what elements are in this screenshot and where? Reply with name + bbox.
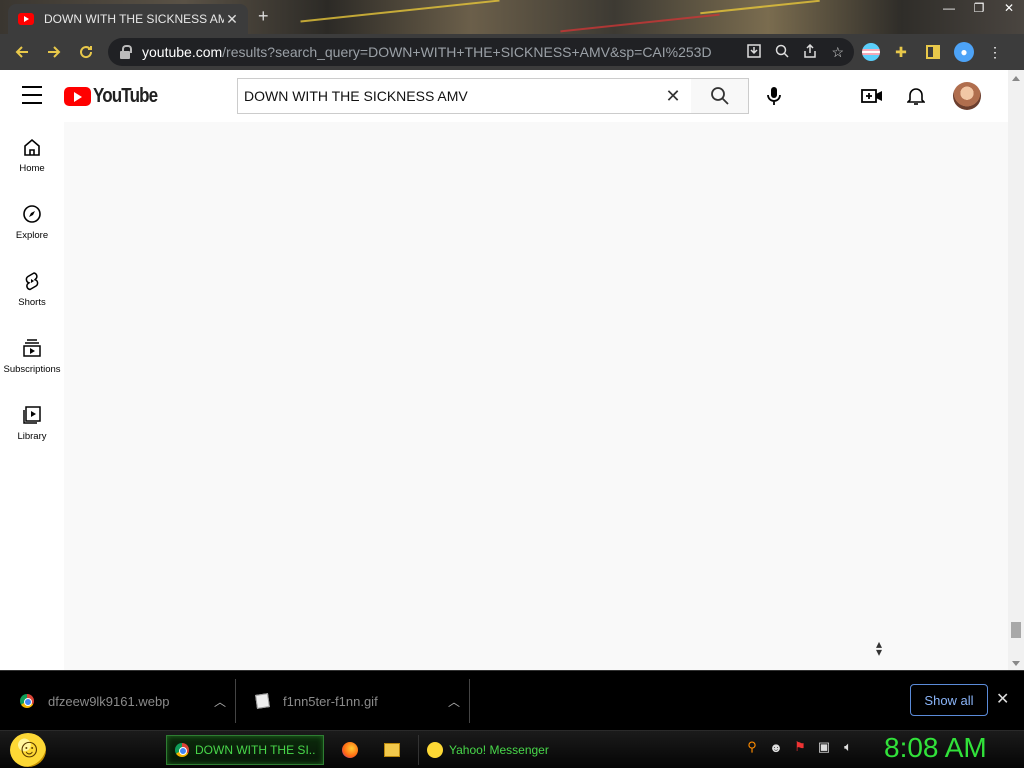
- hamburger-menu-icon[interactable]: [22, 86, 42, 104]
- share-icon[interactable]: [803, 43, 817, 61]
- minimize-icon[interactable]: —: [934, 0, 964, 18]
- os-taskbar: DOWN WITH THE SI... Yahoo! Messenger ⚲ ☻…: [0, 730, 1024, 768]
- tab-title: DOWN WITH THE SICKNESS AM: [44, 12, 224, 26]
- shorts-icon: [25, 272, 39, 291]
- guide-label-library: Library: [17, 431, 47, 442]
- chevron-up-icon[interactable]: ︿: [439, 693, 469, 710]
- taskbar-task-label: Yahoo! Messenger: [449, 743, 549, 757]
- zoom-icon[interactable]: [775, 44, 789, 61]
- guide-item-library[interactable]: Library: [0, 390, 64, 457]
- sidepanel-icon[interactable]: [922, 41, 944, 63]
- compass-icon: [23, 205, 41, 223]
- youtube-logo[interactable]: YouTube: [64, 85, 169, 108]
- guide-label-home: Home: [19, 163, 45, 174]
- profile-icon[interactable]: ●: [954, 42, 974, 62]
- search-input[interactable]: [244, 88, 663, 104]
- search-results-area: [64, 122, 1008, 670]
- puzzle-icon[interactable]: ✚: [890, 41, 912, 63]
- page-scrollbar[interactable]: [1008, 70, 1024, 670]
- download-filename: f1nn5ter-f1nn.gif: [283, 693, 378, 709]
- back-arrow-icon[interactable]: [6, 36, 38, 68]
- youtube-header: YouTube ✕: [0, 70, 1008, 122]
- taskbar-clock[interactable]: 8:08 AM: [884, 732, 987, 764]
- window-controls: — ❐ ✕: [934, 0, 1024, 18]
- taskbar-chrome-window[interactable]: DOWN WITH THE SI...: [166, 735, 324, 765]
- address-bar[interactable]: youtube.com /results?search_query=DOWN+W…: [108, 38, 854, 66]
- messenger-tray-icon[interactable]: ☻: [768, 739, 784, 755]
- subscriptions-icon: [23, 339, 41, 357]
- system-tray: ⚲ ☻ ⚑ ▣ 🔈︎: [744, 739, 856, 755]
- guide-label-explore: Explore: [15, 230, 49, 241]
- search-box: ✕: [237, 78, 692, 114]
- network-icon[interactable]: ▣: [816, 739, 832, 755]
- yahoo-smiley-icon: [427, 742, 443, 758]
- star-icon[interactable]: ☆: [831, 44, 844, 61]
- chrome-icon: [175, 743, 189, 757]
- forward-arrow-icon[interactable]: [38, 36, 70, 68]
- scroll-down-icon[interactable]: [1012, 661, 1020, 666]
- youtube-wordmark: YouTube: [93, 85, 158, 107]
- browser-tab[interactable]: DOWN WITH THE SICKNESS AM ✕: [8, 4, 248, 34]
- folder-icon: [384, 743, 400, 757]
- action-center-flag-icon[interactable]: ⚑: [792, 739, 808, 755]
- start-button-smiley-icon[interactable]: [10, 733, 46, 767]
- search-button[interactable]: [691, 78, 749, 114]
- download-icon[interactable]: [747, 43, 762, 61]
- microphone-icon: [767, 87, 781, 105]
- browser-tab-strip: DOWN WITH THE SICKNESS AM ✕ + — ❐ ✕: [0, 0, 1024, 34]
- download-shelf: dfzeew9lk9161.webp ︿ f1nn5ter-f1nn.gif ︿…: [0, 670, 1024, 730]
- account-avatar[interactable]: [953, 82, 981, 110]
- browser-toolbar: youtube.com /results?search_query=DOWN+W…: [0, 34, 1024, 70]
- autoscroll-icon: ▴ ▾: [876, 637, 883, 659]
- reload-icon[interactable]: [70, 36, 102, 68]
- taskbar-firefox[interactable]: [334, 735, 366, 765]
- search-icon: [710, 87, 729, 105]
- pride-flag-extension-icon[interactable]: [862, 43, 880, 61]
- notifications-bell-icon[interactable]: [902, 82, 930, 110]
- url-host: youtube.com: [142, 44, 223, 60]
- youtube-favicon-icon: [18, 13, 34, 25]
- create-video-icon[interactable]: [858, 82, 886, 110]
- lock-icon: [120, 45, 132, 59]
- taskbar-task-label: DOWN WITH THE SI...: [195, 743, 315, 757]
- taskbar-yahoo-messenger[interactable]: Yahoo! Messenger: [418, 735, 576, 765]
- scroll-up-icon[interactable]: [1012, 76, 1020, 81]
- url-path: /results?search_query=DOWN+WITH+THE+SICK…: [222, 44, 712, 60]
- mini-guide-sidebar: Home Explore Shorts Subscriptions Librar…: [0, 122, 64, 670]
- show-all-downloads-button[interactable]: Show all: [910, 684, 988, 716]
- gif-file-icon: [255, 693, 270, 709]
- search-tray-icon[interactable]: ⚲: [744, 739, 760, 755]
- scrollbar-thumb[interactable]: [1011, 622, 1021, 638]
- restore-icon[interactable]: ❐: [964, 0, 994, 18]
- clear-search-icon[interactable]: ✕: [663, 86, 683, 107]
- chevron-up-icon[interactable]: ︿: [205, 693, 235, 710]
- guide-item-shorts[interactable]: Shorts: [0, 256, 64, 323]
- new-tab-icon[interactable]: +: [258, 6, 269, 27]
- close-download-shelf-icon[interactable]: ✕: [996, 689, 1009, 709]
- firefox-icon: [342, 742, 358, 758]
- download-filename: dfzeew9lk9161.webp: [48, 693, 170, 709]
- youtube-play-icon: [64, 87, 91, 106]
- guide-label-shorts: Shorts: [18, 297, 46, 308]
- download-item[interactable]: dfzeew9lk9161.webp ︿: [0, 679, 236, 723]
- volume-icon[interactable]: 🔈︎: [840, 739, 856, 755]
- guide-label-subscriptions: Subscriptions: [3, 364, 61, 375]
- guide-item-subscriptions[interactable]: Subscriptions: [0, 323, 64, 390]
- guide-item-home[interactable]: Home: [0, 122, 64, 189]
- window-close-icon[interactable]: ✕: [994, 0, 1024, 18]
- youtube-page: YouTube ✕ Home Explore Short: [0, 70, 1024, 670]
- voice-search-button[interactable]: [760, 82, 788, 110]
- more-vert-icon[interactable]: ⋮: [984, 41, 1006, 63]
- guide-item-explore[interactable]: Explore: [0, 189, 64, 256]
- taskbar-file-explorer[interactable]: [376, 735, 408, 765]
- library-icon: [23, 406, 41, 424]
- tab-close-icon[interactable]: ✕: [224, 11, 240, 27]
- chrome-file-icon: [20, 694, 34, 708]
- home-icon: [24, 138, 40, 156]
- download-item[interactable]: f1nn5ter-f1nn.gif ︿: [236, 679, 470, 723]
